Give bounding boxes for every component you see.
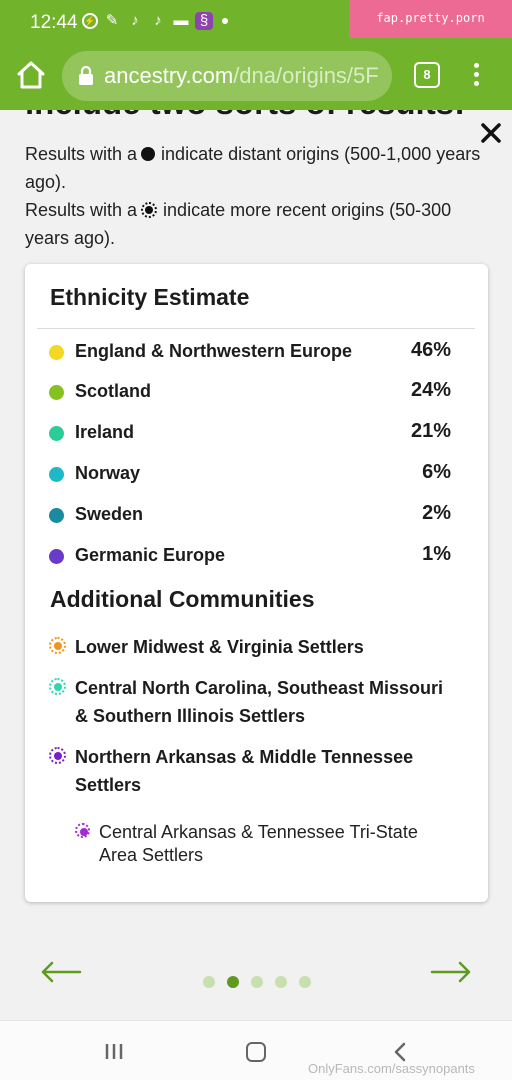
pager-dot[interactable] [299,976,311,988]
ethnicity-percent: 21% [410,420,451,442]
page-content: include two sorts of results: Results wi… [0,110,512,1020]
notification-icons: ⚡ ✎ ♪ ♪ ▬ § [82,12,228,30]
tiktok-icon: ♪ [154,12,162,29]
divider [37,328,475,329]
chat-icon: ✎ [105,12,119,29]
ethnicity-name: England & Northwestern Europe [75,341,353,361]
ethnicity-color-dot [49,549,64,564]
ethnicity-percent: 46% [410,339,451,361]
pager-dot[interactable] [203,976,215,988]
community-name: Lower Midwest & Virginia Settlers [75,637,364,657]
pager-dot-active[interactable] [227,976,239,988]
intro-recent-prefix: Results with a [25,200,138,220]
ethnicity-name: Ireland [75,422,135,442]
ethnicity-name: Norway [75,463,141,483]
intro-recent: Results with a indicate more recent origi… [25,196,485,252]
browser-toolbar: 12:44 ⚡ ✎ ♪ ♪ ▬ § fap.pretty.porn ancest… [0,0,512,110]
pager-dot[interactable] [251,976,263,988]
sub-community-ring-icon [75,823,90,838]
system-nav-bar: OnlyFans.com/sassynopants [0,1020,512,1080]
tabs-button[interactable]: 8 [414,62,440,88]
app-icon: § [195,12,213,30]
ethnicity-card: Ethnicity Estimate England & Northwester… [25,264,488,902]
community-ring-icon [49,637,66,654]
intro-distant-prefix: Results with a [25,144,138,164]
ethnicity-color-dot [49,467,64,482]
ethnicity-row[interactable]: Scotland 24% [49,377,451,407]
intro-distant: Results with a indicate distant origins (… [25,140,485,196]
ethnicity-percent: 6% [422,461,451,483]
home-nav-icon[interactable] [246,1042,266,1062]
card-title: Ethnicity Estimate [50,284,250,310]
watermark-top: fap.pretty.porn [349,0,512,38]
community-name: Northern Arkansas & Middle Tennessee Set… [75,747,414,795]
ethnicity-row[interactable]: England & Northwestern Europe 46% [49,337,451,367]
ethnicity-percent: 24% [410,379,451,401]
back-icon[interactable] [393,1042,407,1062]
communities-title: Additional Communities [50,586,315,612]
ethnicity-name: Sweden [75,504,144,524]
ethnicity-color-dot [49,345,64,360]
intro-text: Results with a indicate distant origins (… [25,140,485,252]
ethnicity-row[interactable]: Sweden 2% [49,500,451,530]
ethnicity-percent: 2% [422,502,451,524]
community-ring-icon [49,678,66,695]
community-name: Central North Carolina, Southeast Missou… [75,678,444,726]
lock-icon [79,66,93,85]
ethnicity-color-dot [49,426,64,441]
ethnicity-name: Scotland [75,381,152,401]
dot-icon [222,18,228,24]
distant-origin-icon [141,147,156,161]
community-ring-icon [49,747,66,764]
url-host: ancestry.com [104,63,234,88]
messenger-icon: ⚡ [82,13,98,29]
ethnicity-color-dot [49,508,64,523]
ethnicity-color-dot [49,385,64,400]
message-icon: ▬ [173,12,189,29]
more-menu-icon[interactable] [466,63,486,89]
ethnicity-row[interactable]: Norway 6% [49,459,451,489]
url-text: ancestry.com/dna/origins/5F [104,63,379,89]
section-heading: include two sorts of results: [25,110,465,122]
watermark-bottom: OnlyFans.com/sassynopants [308,1061,475,1076]
recent-origin-icon [141,202,158,218]
sub-community-name: Central Arkansas & Tennessee Tri-State A… [99,822,418,865]
url-path: /dna/origins/5F [233,63,379,88]
address-bar[interactable]: ancestry.com/dna/origins/5F [62,51,392,101]
previous-arrow-icon[interactable] [40,960,82,984]
status-time: 12:44 [30,12,78,33]
tiktok-icon: ♪ [131,12,139,29]
recent-apps-icon[interactable] [104,1043,124,1060]
pager-dot[interactable] [275,976,287,988]
carousel-pager [203,976,311,988]
ethnicity-row[interactable]: Ireland 21% [49,418,451,448]
ethnicity-percent: 1% [422,543,451,565]
next-arrow-icon[interactable] [430,960,472,984]
ethnicity-row[interactable]: Germanic Europe 1% [49,541,451,571]
home-icon[interactable] [14,58,48,92]
ethnicity-name: Germanic Europe [75,545,226,565]
